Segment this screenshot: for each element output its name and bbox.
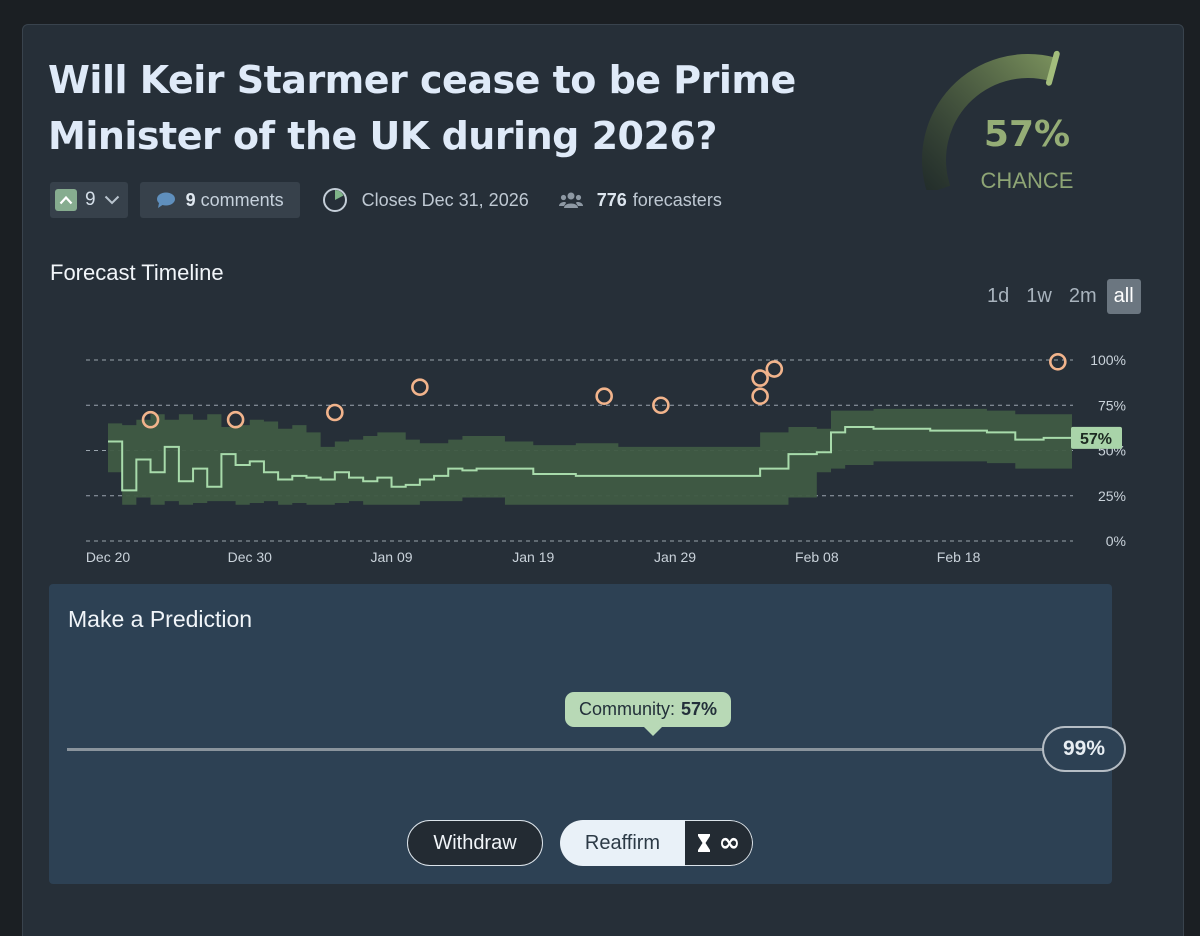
user-prediction-point bbox=[751, 387, 769, 406]
x-tick-label: Feb 18 bbox=[937, 549, 981, 565]
y-tick-label: 0% bbox=[1106, 533, 1126, 549]
x-tick-label: Jan 09 bbox=[371, 549, 413, 565]
forecast-confidence-band bbox=[108, 408, 1072, 505]
x-tick-label: Feb 08 bbox=[795, 549, 839, 565]
x-tick-label: Jan 29 bbox=[654, 549, 696, 565]
y-tick-label: 75% bbox=[1098, 397, 1126, 413]
reaffirm-duration[interactable]: ∞ bbox=[685, 820, 753, 866]
x-tick-label: Dec 30 bbox=[228, 549, 273, 565]
prediction-slider-handle[interactable]: 99% bbox=[1042, 726, 1126, 772]
community-value: 57% bbox=[681, 699, 718, 719]
reaffirm-button[interactable]: Reaffirm ∞ bbox=[560, 820, 753, 866]
community-tooltip: Community: 57% bbox=[565, 692, 732, 736]
hourglass-icon bbox=[697, 834, 710, 852]
current-value-label: 57% bbox=[1080, 431, 1112, 448]
x-tick-label: Dec 20 bbox=[86, 549, 131, 565]
reaffirm-label: Reaffirm bbox=[560, 820, 685, 866]
x-tick-label: Jan 19 bbox=[512, 549, 554, 565]
community-label: Community: bbox=[579, 699, 676, 719]
make-prediction-title: Make a Prediction bbox=[68, 606, 253, 632]
withdraw-button[interactable]: Withdraw bbox=[407, 820, 543, 866]
user-prediction-point bbox=[765, 360, 784, 378]
y-tick-label: 25% bbox=[1098, 488, 1126, 504]
user-prediction-point bbox=[595, 387, 613, 406]
user-prediction-point bbox=[751, 369, 769, 387]
user-prediction-point bbox=[1049, 353, 1067, 371]
user-prediction-point bbox=[411, 378, 429, 396]
prediction-slider-track[interactable] bbox=[67, 748, 1047, 751]
user-prediction-point bbox=[326, 403, 344, 422]
y-tick-label: 100% bbox=[1090, 352, 1126, 368]
forecast-chart[interactable]: 0%25%50%75%100%Dec 20 Dec 30 Jan 09 Jan 19 J… bbox=[0, 0, 1200, 580]
infinity-icon: ∞ bbox=[718, 828, 741, 858]
user-prediction-point bbox=[226, 410, 245, 429]
make-prediction-panel: Make a Prediction Community: 57% 99% Wit… bbox=[49, 584, 1126, 884]
